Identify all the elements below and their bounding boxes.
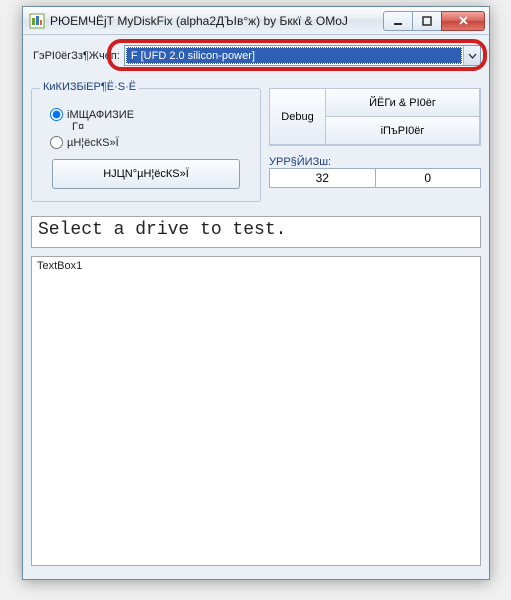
- scan-fix-button[interactable]: ЙЁГи & РІ0ёг: [325, 88, 480, 117]
- right-column: Debug ЙЁГи & РІ0ёг іПъРІ0ёг УРР§ЙИЗш: 32…: [269, 88, 481, 202]
- radio-2-label: µН¦ёсКЅ»Ї: [67, 137, 119, 149]
- app-window: РЮЕМЧЁјТ MyDiskFix (alpha2ДЪІв°ж) by Бкк…: [22, 6, 490, 580]
- titlebar: РЮЕМЧЁјТ MyDiskFix (alpha2ДЪІв°ж) by Бкк…: [23, 7, 489, 35]
- app-icon: [29, 13, 45, 29]
- fix-button[interactable]: іПъРІ0ёг: [325, 116, 480, 145]
- drive-selected: F [UFD 2.0 silicon-power]: [126, 47, 462, 64]
- debug-button[interactable]: Debug: [269, 88, 326, 145]
- radio-2-input[interactable]: [50, 136, 63, 149]
- stats-value-2: 0: [376, 169, 481, 187]
- mid-row: КиКИЗБіЕР¶Ё·Ѕ·Ё іМЩАФИЗИЕ Г¤ µН¦ёсКЅ»Ї Н…: [31, 88, 481, 202]
- log-content: TextBox1: [37, 260, 82, 272]
- window-controls: [384, 11, 485, 31]
- drive-combobox[interactable]: F [UFD 2.0 silicon-power]: [124, 45, 481, 66]
- radio-option-1[interactable]: іМЩАФИЗИЕ: [50, 108, 250, 121]
- status-message: Select a drive to test.: [31, 216, 481, 248]
- radio-1-label: іМЩАФИЗИЕ: [67, 109, 134, 121]
- mode-groupbox: КиКИЗБіЕР¶Ё·Ѕ·Ё іМЩАФИЗИЕ Г¤ µН¦ёсКЅ»Ї Н…: [31, 88, 261, 202]
- radio-1-sub: Г¤: [72, 121, 250, 133]
- maximize-button[interactable]: [412, 11, 442, 31]
- stats-value-1: 32: [270, 169, 376, 187]
- chevron-down-icon[interactable]: [463, 46, 480, 65]
- stats-row: 32 0: [269, 168, 481, 188]
- client-area: ГэРІ0ёгЗз¶Жчеп: F [UFD 2.0 silicon-power…: [23, 35, 489, 579]
- window-title: РЮЕМЧЁјТ MyDiskFix (alpha2ДЪІв°ж) by Бкк…: [50, 14, 384, 28]
- stats-label: УРР§ЙИЗш:: [269, 156, 481, 168]
- mode-group-title: КиКИЗБіЕР¶Ё·Ѕ·Ё: [40, 81, 139, 93]
- close-button[interactable]: [441, 11, 485, 31]
- log-textbox[interactable]: TextBox1: [31, 256, 481, 566]
- minimize-button[interactable]: [383, 11, 413, 31]
- drive-select-row: ГэРІ0ёгЗз¶Жчеп: F [UFD 2.0 silicon-power…: [31, 45, 481, 66]
- format-button[interactable]: НЈЦN°µН¦ёсКЅ»Ї: [52, 159, 240, 189]
- radio-1-input[interactable]: [50, 108, 63, 121]
- drive-label: ГэРІ0ёгЗз¶Жчеп:: [31, 50, 120, 62]
- radio-option-2[interactable]: µН¦ёсКЅ»Ї: [50, 136, 250, 149]
- action-grid: Debug ЙЁГи & РІ0ёг іПъРІ0ёг: [269, 88, 481, 146]
